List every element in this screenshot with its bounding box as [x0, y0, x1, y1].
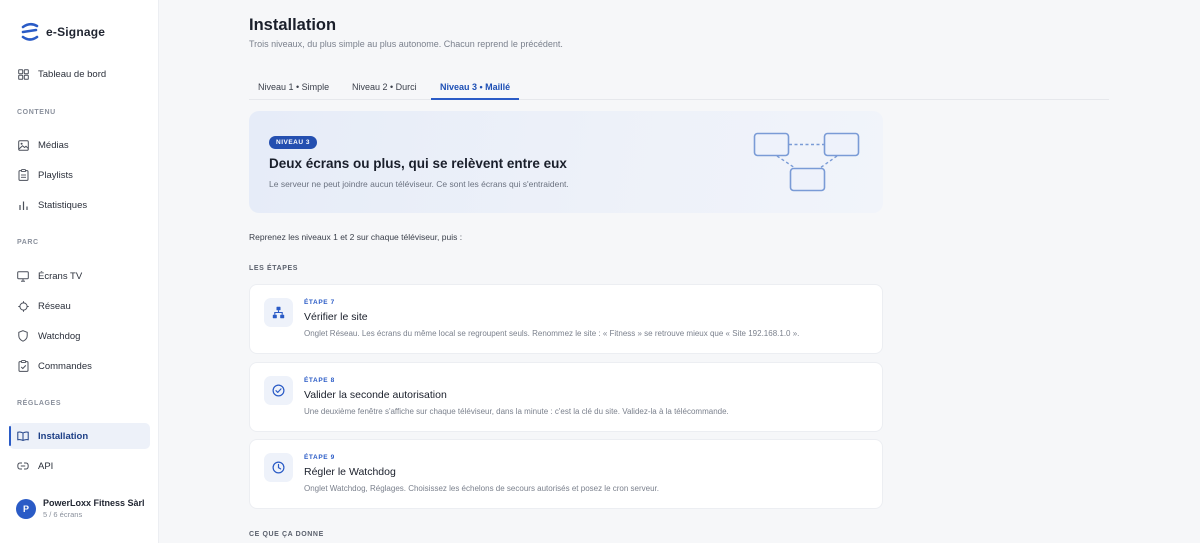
mesh-screens-illustration — [753, 132, 860, 192]
sidebar-item-label: Médias — [38, 139, 69, 151]
check-circle-icon — [264, 376, 293, 405]
clipboard-check-icon — [17, 360, 29, 372]
app-name: e-Signage — [46, 25, 106, 39]
step-title: Valider la seconde autorisation — [304, 389, 447, 401]
clock-icon — [264, 453, 293, 482]
section-label-reglages: RÉGLAGES — [17, 400, 62, 407]
network-icon — [264, 298, 293, 327]
steps-section-label: LES ÉTAPES — [249, 265, 299, 272]
sidebar-item-label: Statistiques — [38, 199, 88, 211]
sidebar-item-label: API — [38, 460, 54, 472]
monitor-icon — [17, 270, 29, 282]
sidebar-item-ecrans[interactable]: Écrans TV — [9, 263, 150, 289]
link-icon — [17, 460, 29, 472]
logo-icon — [21, 22, 39, 41]
sidebar-item-label: Installation — [38, 430, 89, 442]
sidebar-item-label: Playlists — [38, 169, 73, 181]
sidebar-item-label: Watchdog — [38, 330, 81, 342]
section-label-contenu: CONTENU — [17, 109, 56, 116]
step-kicker: ÉTAPE 9 — [304, 454, 335, 461]
step-kicker: ÉTAPE 8 — [304, 377, 335, 384]
step-description: Onglet Watchdog, Réglages. Choisissez le… — [304, 484, 659, 493]
level-badge: NIVEAU 3 — [269, 136, 317, 149]
sidebar-item-label: Tableau de bord — [38, 68, 107, 80]
sidebar-item-watchdog[interactable]: Watchdog — [9, 323, 150, 349]
page-title: Installation — [249, 16, 337, 34]
sidebar: e-Signage Tableau de bord CONTENU Médias… — [0, 0, 159, 543]
step-card-9: ÉTAPE 9 Régler le Watchdog Onglet Watchd… — [249, 439, 883, 509]
section-label-parc: PARC — [17, 239, 39, 246]
step-title: Vérifier le site — [304, 311, 368, 323]
sidebar-item-statistiques[interactable]: Statistiques — [9, 192, 150, 218]
sidebar-item-medias[interactable]: Médias — [9, 132, 150, 158]
tab-niveau-1[interactable]: Niveau 1 • Simple — [258, 78, 329, 100]
account-switcher[interactable]: P PowerLoxx Fitness Sàrl 5 / 6 écrans — [16, 498, 145, 519]
intro-text: Reprenez les niveaux 1 et 2 sur chaque t… — [249, 232, 463, 242]
bar-chart-icon — [17, 199, 29, 211]
step-description: Une deuxième fenêtre s'affiche sur chaqu… — [304, 407, 729, 416]
image-icon — [17, 139, 29, 151]
tab-niveau-2[interactable]: Niveau 2 • Durci — [352, 78, 417, 100]
book-icon — [17, 430, 29, 442]
tab-niveau-3[interactable]: Niveau 3 • Maillé — [431, 78, 520, 100]
hero-title: Deux écrans ou plus, qui se relèvent ent… — [269, 156, 567, 171]
hero-description: Le serveur ne peut joindre aucun télévis… — [269, 179, 569, 189]
dashboard-icon — [17, 68, 29, 80]
step-card-8: ÉTAPE 8 Valider la seconde autorisation … — [249, 362, 883, 432]
sidebar-item-label: Commandes — [38, 360, 92, 372]
sidebar-item-reseau[interactable]: Réseau — [9, 293, 150, 319]
network-icon — [17, 300, 29, 312]
sidebar-item-api[interactable]: API — [9, 453, 150, 479]
level-tabs: Niveau 1 • Simple Niveau 2 • Durci Nivea… — [249, 78, 1109, 100]
app-logo[interactable]: e-Signage — [20, 20, 105, 44]
step-title: Régler le Watchdog — [304, 466, 396, 478]
sidebar-item-label: Réseau — [38, 300, 71, 312]
shield-icon — [17, 330, 29, 342]
account-screen-count: 5 / 6 écrans — [43, 510, 83, 519]
account-name: PowerLoxx Fitness Sàrl — [43, 498, 145, 508]
step-kicker: ÉTAPE 7 — [304, 299, 335, 306]
page-subtitle: Trois niveaux, du plus simple au plus au… — [249, 39, 563, 49]
step-card-7: ÉTAPE 7 Vérifier le site Onglet Réseau. … — [249, 284, 883, 354]
sidebar-item-label: Écrans TV — [38, 270, 83, 282]
level-hero-card: NIVEAU 3 Deux écrans ou plus, qui se rel… — [249, 111, 883, 213]
sidebar-item-playlists[interactable]: Playlists — [9, 162, 150, 188]
sidebar-item-dashboard[interactable]: Tableau de bord — [9, 61, 150, 87]
clipboard-icon — [17, 169, 29, 181]
sidebar-item-commandes[interactable]: Commandes — [9, 353, 150, 379]
sidebar-item-installation[interactable]: Installation — [9, 423, 150, 449]
avatar: P — [16, 498, 36, 519]
result-section-label: CE QUE ÇA DONNE — [249, 531, 324, 538]
step-description: Onglet Réseau. Les écrans du même local … — [304, 329, 800, 338]
